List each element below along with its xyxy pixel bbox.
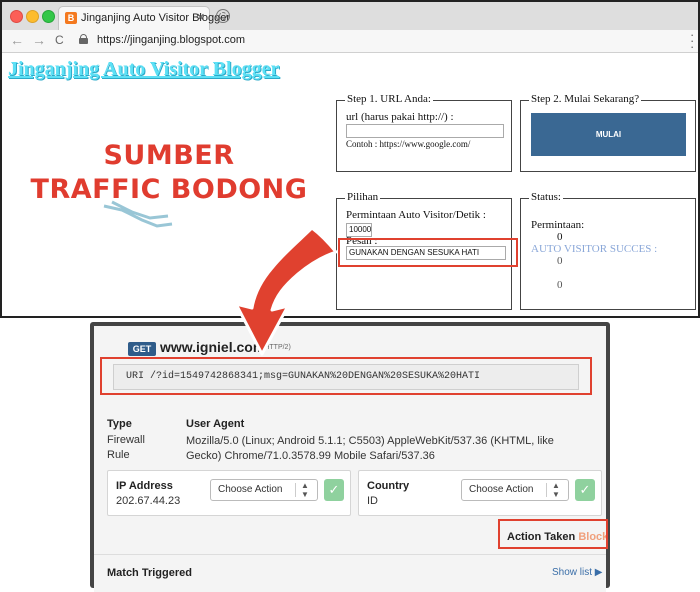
protocol-label: (HTTP/2) (262, 344, 291, 351)
country-value: ID (367, 495, 378, 507)
reload-icon[interactable]: C (55, 33, 64, 47)
user-agent-value: Mozilla/5.0 (Linux; Android 5.1.1; C5503… (186, 435, 554, 462)
country-label: Country (367, 480, 410, 492)
select-arrows-icon: ▲ ▼ (301, 481, 309, 499)
promo-line-2: TRAFFIC BODONG (30, 174, 308, 205)
lock-icon (79, 34, 88, 44)
step2-panel: Step 2. Mulai Sekarang? MULAI (520, 93, 696, 172)
type-label: Type (107, 418, 132, 430)
country-card: Country ID Choose Action ▲ ▼ ✓ (358, 470, 602, 516)
third-value: 0 (557, 279, 563, 291)
close-window-button[interactable] (10, 10, 23, 23)
tab-close-icon[interactable]: ✕ (196, 11, 205, 24)
country-action-select[interactable]: Choose Action ▲ ▼ (461, 479, 569, 501)
maximize-window-button[interactable] (42, 10, 55, 23)
blog-title[interactable]: Jinganjing Auto Visitor Blogger (8, 58, 279, 81)
url-label: url (harus pakai http://) : (346, 111, 454, 123)
permintaan-label: Permintaan: (531, 219, 585, 231)
mulai-button[interactable]: MULAI (531, 113, 686, 156)
action-highlight-box (498, 519, 608, 549)
firewall-label: Firewall (107, 434, 145, 446)
show-list-link[interactable]: Show list ▶ (552, 567, 602, 578)
divider (94, 554, 606, 555)
permintaan-value: 0 (557, 231, 563, 243)
step1-panel: Step 1. URL Anda: url (harus pakai http:… (336, 93, 512, 172)
ip-label: IP Address (116, 480, 173, 492)
url-field[interactable]: https://jinganjing.blogspot.com (97, 34, 245, 46)
ip-confirm-button[interactable]: ✓ (324, 479, 344, 501)
step2-legend: Step 2. Mulai Sekarang? (529, 93, 642, 105)
pilihan-legend: Pilihan (345, 191, 381, 203)
success-label: AUTO VISITOR SUCCES : (531, 243, 658, 255)
back-arrow-icon[interactable]: ← (10, 32, 24, 48)
tab-bar: B Jinganjing Auto Visitor Blogger ✕ (2, 2, 698, 31)
status-legend: Status: (529, 191, 563, 203)
address-bar: ← → C https://jinganjing.blogspot.com · ·… (2, 28, 698, 53)
menu-icon[interactable]: · · · (690, 28, 694, 53)
status-panel: Status: Permintaan: 0 AUTO VISITOR SUCCE… (520, 191, 696, 310)
uri-highlight-box (100, 357, 592, 395)
browser-screenshot: B Jinganjing Auto Visitor Blogger ✕ ← → … (0, 0, 700, 318)
ip-value: 202.67.44.23 (116, 495, 181, 507)
browser-tab[interactable]: B Jinganjing Auto Visitor Blogger ✕ (58, 6, 230, 30)
method-badge: GET (128, 342, 156, 356)
url-input[interactable] (346, 124, 504, 138)
minimize-window-button[interactable] (26, 10, 39, 23)
select-arrows-icon: ▲ ▼ (552, 481, 560, 499)
host-name: www.igniel.com (160, 339, 266, 355)
firewall-event-content: GET www.igniel.com (HTTP/2) URI /?id=154… (94, 326, 608, 592)
country-action-select-text: Choose Action (469, 484, 534, 495)
new-tab-icon[interactable] (216, 9, 230, 23)
match-triggered-label: Match Triggered (107, 567, 192, 579)
ip-card: IP Address 202.67.44.23 Choose Action ▲ ▼… (107, 470, 351, 516)
rate-label: Permintaan Auto Visitor/Detik : (346, 209, 486, 221)
ip-action-select-text: Choose Action (218, 484, 283, 495)
forward-arrow-icon[interactable]: → (32, 32, 46, 48)
firewall-event-panel: GET www.igniel.com (HTTP/2) URI /?id=154… (90, 322, 610, 592)
user-agent-header: User Agent (186, 418, 245, 430)
country-confirm-button[interactable]: ✓ (575, 479, 595, 501)
highlight-box (338, 238, 518, 267)
promo-line-1: SUMBER (103, 140, 235, 171)
rule-label: Rule (107, 449, 130, 461)
url-example: Contoh : https://www.google.com/ (346, 139, 471, 149)
success-value: 0 (557, 255, 563, 267)
blogger-favicon-icon: B (65, 12, 77, 24)
step1-legend: Step 1. URL Anda: (345, 93, 433, 105)
tab-title: Jinganjing Auto Visitor Blogger (81, 12, 231, 24)
ip-action-select[interactable]: Choose Action ▲ ▼ (210, 479, 318, 501)
